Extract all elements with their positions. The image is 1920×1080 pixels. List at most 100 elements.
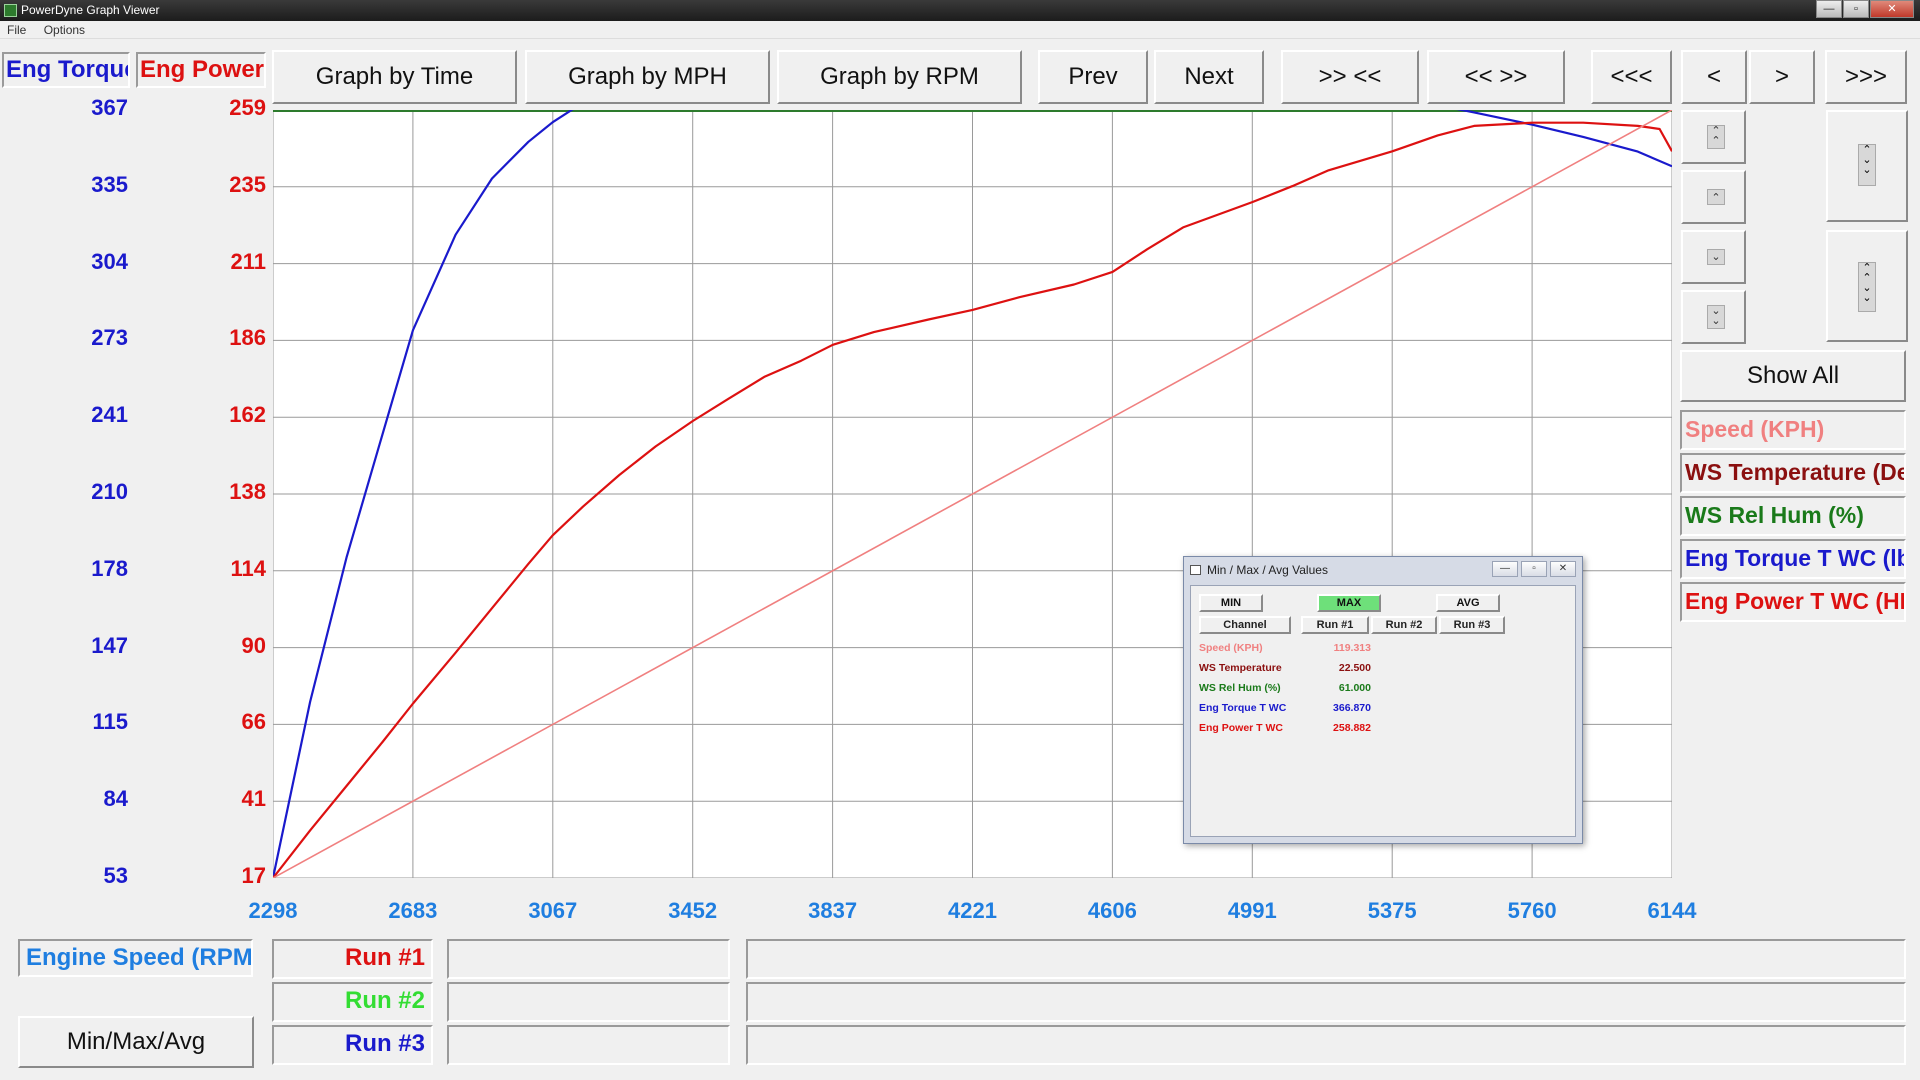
run-1-label[interactable]: Run #1 <box>272 939 433 979</box>
right-scale-expand-button[interactable]: ⌃ ⌄ ⌄ <box>1826 110 1908 222</box>
y-right-tick-label: 235 <box>229 171 266 197</box>
dialog-row-run1-value: 119.313 <box>1333 642 1371 654</box>
min-max-avg-dialog[interactable]: Min / Max / Avg Values — ▫ ✕ MIN MAX AVG… <box>1183 556 1583 844</box>
y-right-tick-label: 138 <box>229 479 266 504</box>
y-left-tick-label: 335 <box>91 171 128 197</box>
dialog-title-bar[interactable]: Min / Max / Avg Values <box>1190 563 1328 577</box>
column-run-1: Run #1 <box>1301 616 1369 634</box>
app-window: PowerDyne Graph Viewer — ▫ ✕ File Option… <box>0 0 1920 1080</box>
graph-by-time-button[interactable]: Graph by Time <box>272 50 517 104</box>
dialog-row-channel: Eng Torque T WC <box>1199 702 1287 714</box>
x-tick-label: 5375 <box>1367 898 1417 923</box>
column-channel: Channel <box>1199 616 1291 634</box>
scroll-down-fast-button[interactable]: ⌄ ⌄ <box>1681 290 1746 344</box>
show-all-button[interactable]: Show All <box>1680 350 1906 402</box>
zoom-in-button[interactable]: >> << <box>1281 50 1419 104</box>
scroll-up-fast-button[interactable]: ⌃ ⌃ <box>1681 110 1746 164</box>
dialog-row-channel: Eng Power T WC <box>1199 722 1283 734</box>
dialog-row-channel: WS Temperature <box>1199 662 1282 674</box>
expand-vertical-icon: ⌃ ⌄ ⌄ <box>1858 144 1876 186</box>
run-2-label[interactable]: Run #2 <box>272 982 433 1022</box>
scroll-up-button[interactable]: ⌃ <box>1681 170 1746 224</box>
tab-avg[interactable]: AVG <box>1436 594 1500 612</box>
dialog-title: Min / Max / Avg Values <box>1207 563 1328 577</box>
x-tick-label: 3067 <box>528 898 578 923</box>
scroll-down-button[interactable]: ⌄ <box>1681 230 1746 284</box>
y-right-tick-label: 66 <box>241 709 266 735</box>
x-tick-label: 2683 <box>388 898 438 923</box>
x-tick-label: 4991 <box>1227 898 1277 923</box>
dialog-controls: — ▫ ✕ <box>1489 561 1576 577</box>
run-3-file[interactable] <box>447 1025 730 1065</box>
close-button[interactable]: ✕ <box>1870 0 1914 18</box>
dialog-body: MIN MAX AVG Channel Run #1 Run #2 Run #3… <box>1190 585 1576 837</box>
x-tick-label: 4606 <box>1087 898 1137 923</box>
next-button[interactable]: Next <box>1154 50 1264 104</box>
dialog-row-run1-value: 22.500 <box>1338 662 1371 674</box>
y-right-tick-label: 114 <box>230 555 267 581</box>
menu-file[interactable]: File <box>0 21 33 39</box>
first-button[interactable]: <<< <box>1591 50 1672 104</box>
last-button[interactable]: >>> <box>1825 50 1907 104</box>
y-right-tick-label: 90 <box>241 632 266 658</box>
y-left-tick-label: 84 <box>103 786 128 812</box>
chevron-down-icon: ⌄ <box>1707 249 1725 265</box>
dialog-row-channel: WS Rel Hum (%) <box>1199 682 1281 694</box>
left-axis-channel[interactable]: Eng Torque T WC <box>2 52 130 88</box>
dialog-window-icon <box>1190 565 1201 575</box>
run-3-label[interactable]: Run #3 <box>272 1025 433 1065</box>
menu-options[interactable]: Options <box>37 21 92 39</box>
right-axis-channel[interactable]: Eng Power T WC <box>136 52 266 88</box>
zoom-out-button[interactable]: << >> <box>1427 50 1565 104</box>
dialog-minimize-button[interactable]: — <box>1492 561 1518 577</box>
run-2-file[interactable] <box>447 982 730 1022</box>
tab-min[interactable]: MIN <box>1199 594 1263 612</box>
run-3-info <box>746 1025 1906 1065</box>
x-tick-label: 3452 <box>668 898 718 923</box>
y-left-tick-label: 210 <box>91 479 128 504</box>
legend-eng-power[interactable]: Eng Power T WC (HP) <box>1680 582 1906 622</box>
tab-max[interactable]: MAX <box>1317 594 1381 612</box>
graph-by-rpm-button[interactable]: Graph by RPM <box>777 50 1022 104</box>
graph-by-mph-button[interactable]: Graph by MPH <box>525 50 770 104</box>
x-tick-label: 3837 <box>808 898 858 923</box>
dialog-row-run1-value: 366.870 <box>1333 702 1371 714</box>
y-right-tick-label: 162 <box>229 402 266 428</box>
x-axis-channel[interactable]: Engine Speed (RPM) <box>18 939 253 977</box>
back-button[interactable]: < <box>1681 50 1747 104</box>
compress-vertical-icon: ⌃ ⌃ ⌄ ⌄ <box>1858 262 1876 312</box>
y-left-tick-label: 147 <box>91 632 128 658</box>
x-tick-label: 5760 <box>1507 898 1557 923</box>
forward-button[interactable]: > <box>1749 50 1815 104</box>
y-right-tick-label: 259 <box>229 95 266 120</box>
window-controls: — ▫ ✕ <box>1815 0 1914 18</box>
menu-bar: File Options <box>0 21 1920 39</box>
legend-ws-temperature[interactable]: WS Temperature (Deg C) <box>1680 453 1906 493</box>
x-tick-label: 2298 <box>248 898 298 923</box>
legend-eng-torque[interactable]: Eng Torque T WC (lb-ft) <box>1680 539 1906 579</box>
minimize-button[interactable]: — <box>1816 0 1842 18</box>
y-right-tick-label: 211 <box>230 248 267 274</box>
x-tick-label: 4221 <box>948 898 997 923</box>
y-right-tick-label: 17 <box>241 863 266 888</box>
dialog-maximize-button[interactable]: ▫ <box>1521 561 1547 577</box>
legend-ws-rel-hum[interactable]: WS Rel Hum (%) <box>1680 496 1906 536</box>
run-1-info <box>746 939 1906 979</box>
x-tick-label: 6144 <box>1647 898 1697 923</box>
double-chevron-up-icon: ⌃ ⌃ <box>1707 125 1725 149</box>
window-title: PowerDyne Graph Viewer <box>21 3 160 17</box>
maximize-button[interactable]: ▫ <box>1843 0 1869 18</box>
run-1-file[interactable] <box>447 939 730 979</box>
legend-speed[interactable]: Speed (KPH) <box>1680 410 1906 450</box>
y-left-tick-label: 115 <box>92 709 129 735</box>
dialog-row-run1-value: 258.882 <box>1333 722 1371 734</box>
app-icon <box>4 4 17 17</box>
min-max-avg-button[interactable]: Min/Max/Avg <box>18 1016 254 1068</box>
right-scale-compress-button[interactable]: ⌃ ⌃ ⌄ ⌄ <box>1826 230 1908 342</box>
column-run-3: Run #3 <box>1439 616 1505 634</box>
y-left-tick-label: 304 <box>91 248 128 274</box>
prev-button[interactable]: Prev <box>1038 50 1148 104</box>
column-run-2: Run #2 <box>1371 616 1437 634</box>
dialog-close-button[interactable]: ✕ <box>1550 561 1576 577</box>
y-left-tick-label: 178 <box>91 555 128 581</box>
